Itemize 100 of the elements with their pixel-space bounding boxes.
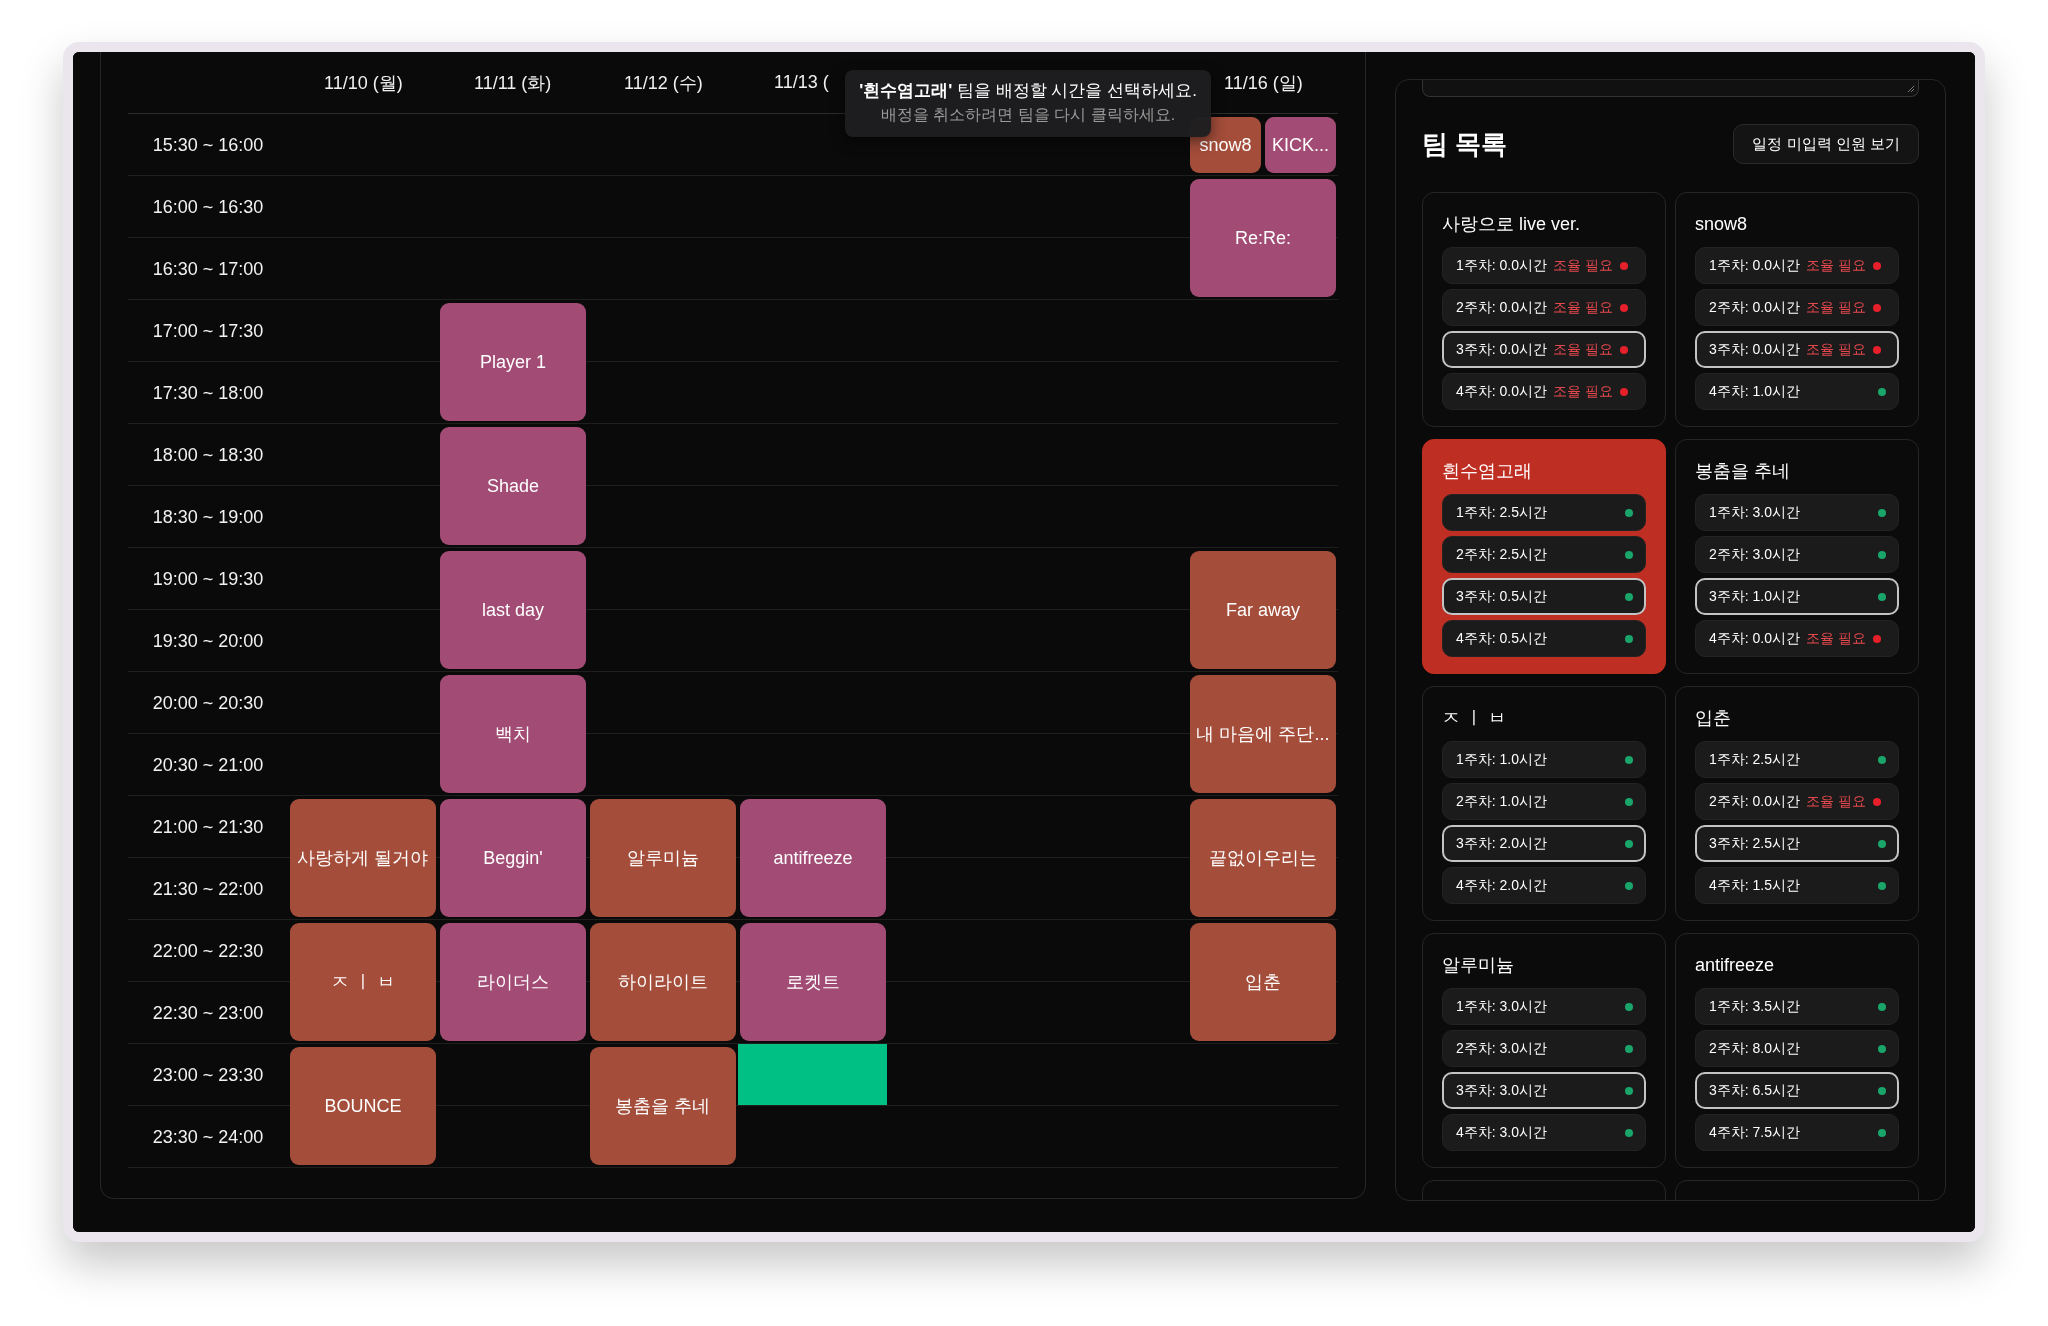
warning-label: 조율 필요 [1806,792,1866,811]
team-card[interactable]: 알루미늄 1주차: 3.0시간 2주차: 3.0시간 3주차: 3.0시간 4주차: 3.0시간 [1422,933,1666,1168]
team-block[interactable]: antifreeze [740,799,886,917]
warning-label: 조율 필요 [1553,256,1613,275]
team-name: 알루미늄 [1442,954,1514,976]
time-label: 21:30 ~ 22:00 [152,878,264,900]
day-header: 11/16 (일) [1224,71,1303,95]
time-label: 15:30 ~ 16:00 [152,134,264,156]
week-hours: 3주차: 0.5시간 [1456,587,1548,606]
day-header: 11/13 ( [774,72,829,93]
week-hours: 2주차: 3.0시간 [1456,1039,1548,1058]
team-block[interactable]: 라이더스 [440,923,586,1041]
week-hours: 4주차: 7.5시간 [1709,1123,1801,1142]
team-block[interactable]: Player 1 [440,303,586,421]
time-label: 18:00 ~ 18:30 [152,444,264,466]
time-label: 17:30 ~ 18:00 [152,382,264,404]
week-hours: 1주차: 0.0시간 [1709,256,1801,275]
team-card[interactable]: 사랑으로 live ver. 1주차: 0.0시간 조율 필요 2주차: 0.0시간 조율 필요 3주차: 0.0시간 조율 필요 4주차: 0.0시간 조율 필요 [1422,192,1666,427]
team-card[interactable]: ㅈ ㅣ ㅂ 1주차: 1.0시간 2주차: 1.0시간 3주차: 2.0시간 4주차: 2.0시간 [1422,686,1666,921]
week-hours: 2주차: 0.0시간 [1709,792,1801,811]
time-label: 23:30 ~ 24:00 [152,1126,264,1148]
week-hours: 3주차: 1.0시간 [1709,587,1801,606]
week-hours: 2주차: 8.0시간 [1709,1039,1801,1058]
team-name: 입춘 [1695,707,1731,729]
team-block[interactable]: 하이라이트 [590,923,736,1041]
team-block[interactable]: 알루미늄 [590,799,736,917]
team-name: 사랑으로 live ver. [1442,213,1581,235]
time-label: 20:30 ~ 21:00 [152,754,264,776]
week-hours: 1주차: 0.0시간 [1456,256,1548,275]
resize-grip-icon[interactable] [1907,85,1915,93]
warning-label: 조율 필요 [1806,298,1866,317]
week-hours: 3주차: 2.0시간 [1456,834,1548,853]
team-name: ㅈ ㅣ ㅂ [1442,707,1506,729]
team-block[interactable]: 입춘 [1190,923,1336,1041]
week-hours: 1주차: 2.5시간 [1709,750,1801,769]
week-hours: 2주차: 0.0시간 [1709,298,1801,317]
team-block[interactable]: ㅈ ㅣ ㅂ [290,923,436,1041]
team-block[interactable]: 끝없이우리는 [1190,799,1336,917]
team-block[interactable]: snow8 [1190,117,1261,173]
week-hours: 3주차: 6.5시간 [1709,1081,1801,1100]
warning-label: 조율 필요 [1806,629,1866,648]
week-hours: 2주차: 3.0시간 [1709,545,1801,564]
time-label: 23:00 ~ 23:30 [152,1064,264,1086]
team-card[interactable]: 입춘 1주차: 2.5시간 2주차: 0.0시간 조율 필요 3주차: 2.5시간 4주차: 1.5시간 [1675,686,1919,921]
unscheduled-members-button[interactable]: 일정 미입력 인원 보기 [1733,124,1919,164]
team-block[interactable]: 사랑하게 될거야 [290,799,436,917]
week-hours: 3주차: 3.0시간 [1456,1081,1548,1100]
week-hours: 1주차: 2.5시간 [1456,503,1548,522]
time-label: 16:00 ~ 16:30 [152,196,264,218]
week-hours: 4주차: 2.0시간 [1456,876,1548,895]
team-block[interactable]: KICK... [1265,117,1336,173]
day-header: 11/12 (수) [624,71,703,95]
team-block[interactable]: BOUNCE [290,1047,436,1165]
week-hours: 2주차: 0.0시간 [1456,298,1548,317]
time-label: 22:00 ~ 22:30 [152,940,264,962]
team-block[interactable]: 로켓트 [740,923,886,1041]
team-name: 봉춤을 추네 [1695,460,1790,482]
week-hours: 2주차: 1.0시간 [1456,792,1548,811]
slot-preview[interactable] [738,1044,887,1105]
team-card[interactable]: 흰수염고래 1주차: 2.5시간 2주차: 2.5시간 3주차: 0.5시간 4주차: 0.5시간 [1422,439,1666,674]
week-hours: 3주차: 2.5시간 [1709,834,1801,853]
time-label: 20:00 ~ 20:30 [152,692,264,714]
tooltip-message: '흰수염고래' 팀을 배정할 시간을 선택하세요. [859,80,1197,102]
panel-title: 팀 목록 [1422,127,1508,161]
week-hours: 4주차: 1.0시간 [1709,382,1801,401]
time-label: 18:30 ~ 19:00 [152,506,264,528]
team-name: 흰수염고래 [1442,460,1532,482]
week-hours: 4주차: 3.0시간 [1456,1123,1548,1142]
week-hours: 1주차: 1.0시간 [1456,750,1548,769]
team-block[interactable]: last day [440,551,586,669]
team-card[interactable]: antifreeze 1주차: 3.5시간 2주차: 8.0시간 3주차: 6.5시간 4주차: 7.5시간 [1675,933,1919,1168]
team-block[interactable]: 내 마음에 주단... [1190,675,1336,793]
time-label: 21:00 ~ 21:30 [152,816,264,838]
day-header: 11/11 (화) [474,71,552,95]
time-label: 17:00 ~ 17:30 [152,320,264,342]
team-card[interactable]: snow8 1주차: 0.0시간 조율 필요 2주차: 0.0시간 조율 필요 3주차: 0.0시간 조율 필요 4주차: 1.0시간 [1675,192,1919,427]
team-block[interactable]: 봉춤을 추네 [590,1047,736,1165]
time-label: 19:00 ~ 19:30 [152,568,264,590]
day-header: 11/10 (월) [324,71,403,95]
team-block[interactable]: Far away [1190,551,1336,669]
warning-label: 조율 필요 [1806,340,1866,359]
time-label: 22:30 ~ 23:00 [152,1002,264,1024]
warning-label: 조율 필요 [1553,298,1613,317]
tooltip-hint: 배정을 취소하려면 팀을 다시 클릭하세요. [880,105,1176,125]
team-block[interactable]: Re:Re: [1190,179,1336,297]
team-card[interactable]: 봉춤을 추네 1주차: 3.0시간 2주차: 3.0시간 3주차: 1.0시간 4주차: 0.0시간 조율 필요 [1675,439,1919,674]
team-name: snow8 [1695,213,1748,235]
team-block[interactable]: 백치 [440,675,586,793]
warning-label: 조율 필요 [1553,340,1613,359]
warning-label: 조율 필요 [1806,256,1866,275]
week-hours: 1주차: 3.0시간 [1709,503,1801,522]
team-block[interactable]: Beggin' [440,799,586,917]
warning-label: 조율 필요 [1553,382,1613,401]
team-name: antifreeze [1695,954,1775,976]
week-hours: 2주차: 2.5시간 [1456,545,1548,564]
week-hours: 4주차: 1.5시간 [1709,876,1801,895]
week-hours: 4주차: 0.0시간 [1456,382,1548,401]
team-block[interactable]: Shade [440,427,586,545]
week-hours: 3주차: 0.0시간 [1709,340,1801,359]
week-hours: 1주차: 3.0시간 [1456,997,1548,1016]
